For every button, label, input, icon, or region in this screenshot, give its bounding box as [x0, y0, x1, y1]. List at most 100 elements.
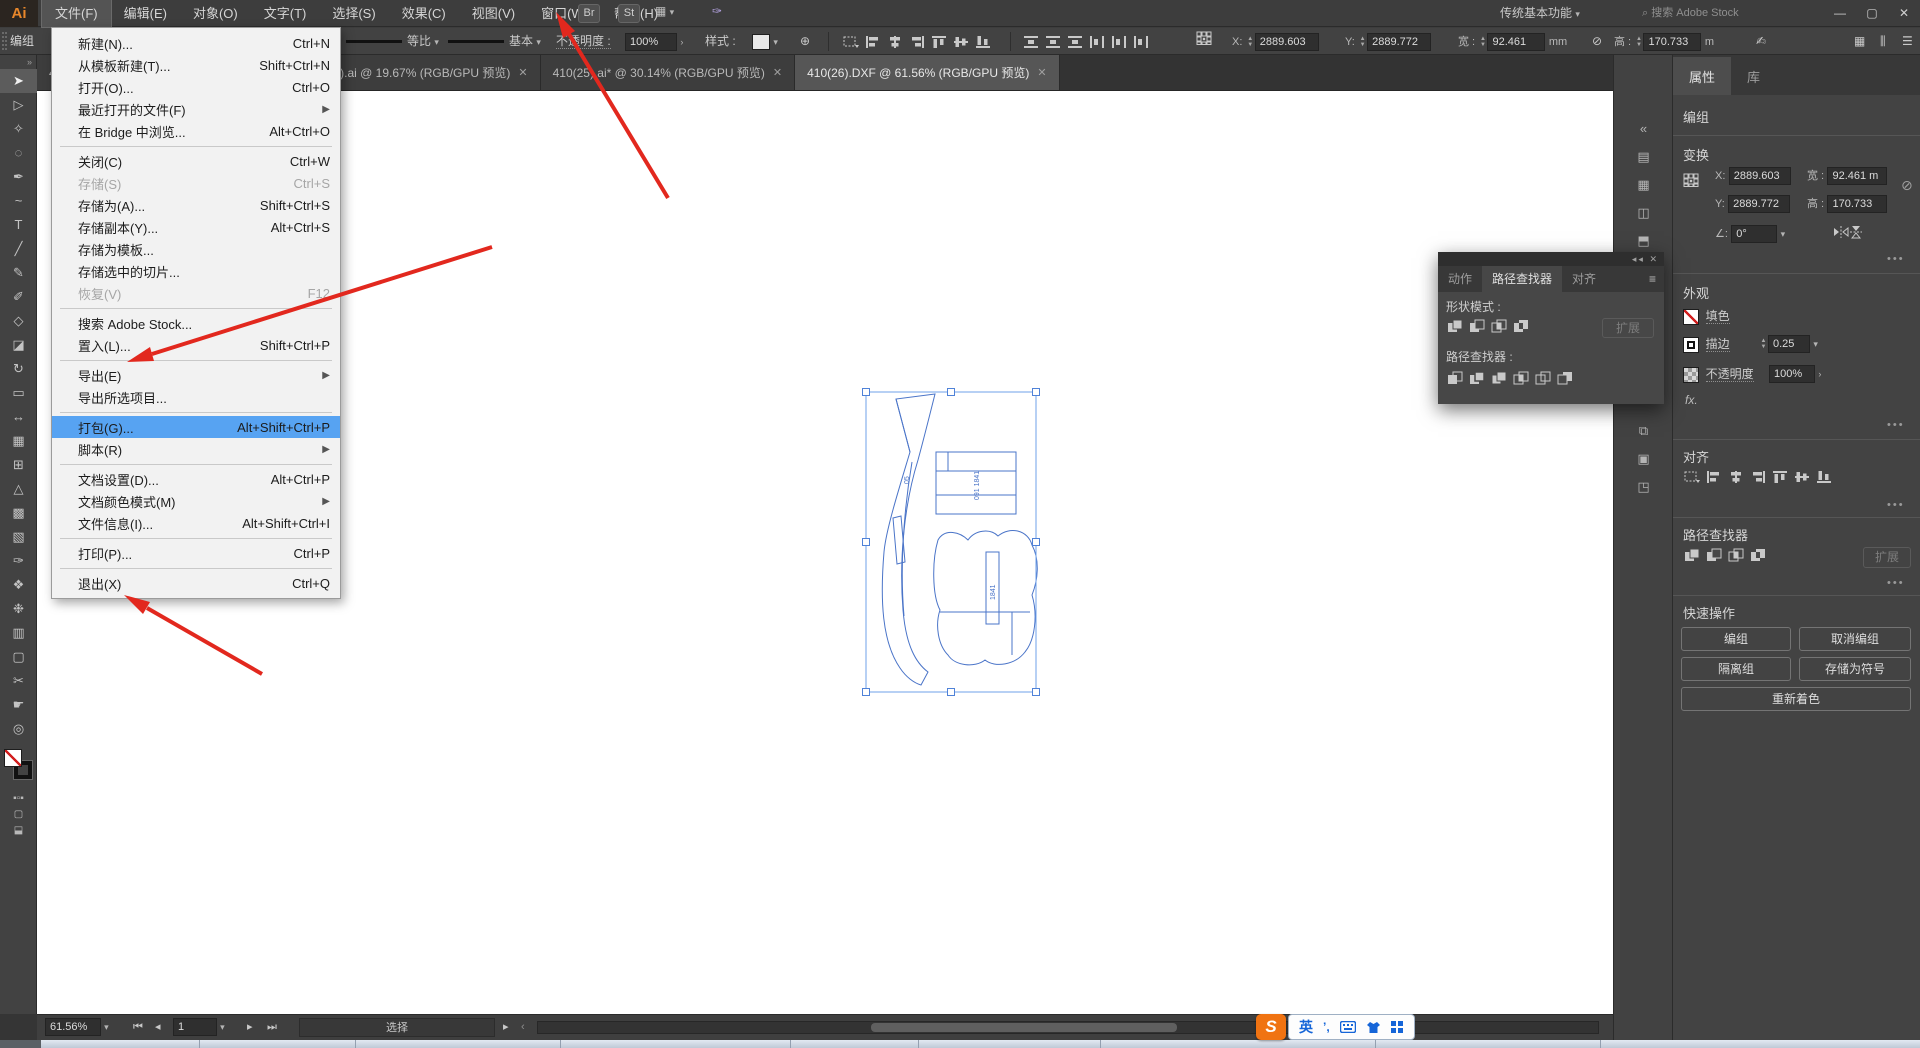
gradient-tool[interactable]: ▧: [0, 525, 37, 549]
minus-front-icon[interactable]: [1466, 318, 1488, 332]
file-menu-item[interactable]: 打开(O)...Ctrl+O: [52, 76, 340, 98]
file-menu-item[interactable]: 文档颜色模式(M)▶: [52, 490, 340, 512]
brush-definition-dropdown[interactable]: 基本 ▾: [448, 28, 541, 54]
panel-collapse-icon[interactable]: ◂◂: [1632, 254, 1645, 264]
toolbar-collapse-icon[interactable]: »: [0, 55, 36, 69]
file-menu-item[interactable]: 搜索 Adobe Stock...: [52, 312, 340, 334]
minus-back-icon[interactable]: [1554, 370, 1576, 384]
appearance-more-options[interactable]: •••: [1887, 417, 1920, 431]
x-field[interactable]: X: ▲▼2889.603: [1232, 28, 1319, 54]
document-tab[interactable]: 410(26).DXF @ 61.56% (RGB/GPU 预览)✕: [795, 55, 1059, 90]
align-center-h-icon[interactable]: [884, 34, 906, 48]
windows-taskbar-sliver[interactable]: [0, 1040, 1920, 1048]
distribute-center-h-icon[interactable]: [1108, 34, 1130, 48]
stock-search-input[interactable]: ⌕ 搜索 Adobe Stock: [1642, 4, 1802, 23]
menu-5[interactable]: 选择(S): [319, 0, 388, 27]
tab-close-icon[interactable]: ✕: [518, 66, 527, 79]
free-transform-tool[interactable]: ▦: [0, 429, 37, 453]
file-menu-item[interactable]: 导出(E)▶: [52, 364, 340, 386]
tab-close-icon[interactable]: ✕: [1037, 66, 1046, 79]
menu-6[interactable]: 效果(C): [389, 0, 459, 27]
file-menu-item[interactable]: 打印(P)...Ctrl+P: [52, 542, 340, 564]
artboards-panel-icon[interactable]: ▣: [1614, 451, 1673, 467]
distribute-right-icon[interactable]: [1130, 34, 1152, 48]
align-more-options[interactable]: •••: [1887, 497, 1920, 511]
brushes-panel-icon[interactable]: ◫: [1614, 205, 1673, 221]
stroke-swatch[interactable]: [1683, 337, 1699, 353]
symbol-sprayer-tool[interactable]: ❉: [0, 597, 37, 621]
merge-icon[interactable]: [1488, 370, 1510, 384]
fill-none-swatch[interactable]: [1683, 309, 1699, 325]
shape-builder-tool[interactable]: ⊞: [0, 453, 37, 477]
align-center-v-icon[interactable]: [1791, 469, 1813, 483]
horizontal-scrollbar[interactable]: [537, 1021, 1599, 1034]
divide-icon[interactable]: [1444, 370, 1466, 384]
file-menu-item[interactable]: 新建(N)...Ctrl+N: [52, 32, 340, 54]
workspace-switcher[interactable]: 传统基本功能 ▾: [1500, 4, 1630, 24]
touch-workspace-icon[interactable]: ✑: [712, 4, 722, 18]
menu-3[interactable]: 对象(O): [180, 0, 251, 27]
file-menu-item[interactable]: 文档设置(D)...Alt+Ctrl+P: [52, 468, 340, 490]
menu-4[interactable]: 文字(T): [251, 0, 320, 27]
zoom-tool[interactable]: ◎: [0, 717, 37, 741]
file-menu-item[interactable]: 最近打开的文件(F)▶: [52, 98, 340, 120]
file-menu-item[interactable]: 存储选中的切片...: [52, 260, 340, 282]
intersect-icon[interactable]: [1488, 318, 1510, 332]
align-bottom-icon[interactable]: [1813, 469, 1835, 483]
blend-tool[interactable]: ❖: [0, 573, 37, 597]
expand-button[interactable]: 扩展: [1863, 547, 1911, 568]
hand-tool[interactable]: ☛: [0, 693, 37, 717]
scale-tool[interactable]: ▭: [0, 381, 37, 405]
document-tab[interactable]: 410(25).ai* @ 30.14% (RGB/GPU 预览)✕: [541, 55, 795, 90]
panel-opacity-field[interactable]: 100% ›: [1769, 365, 1920, 383]
maximize-button[interactable]: ▢: [1856, 0, 1888, 27]
draw-mode-icon[interactable]: ▢: [0, 807, 37, 823]
exclude-icon[interactable]: [1747, 547, 1769, 561]
flip-icons[interactable]: [1833, 225, 1920, 242]
screen-mode-icon[interactable]: ⬓: [0, 823, 37, 839]
trim-icon[interactable]: [1466, 370, 1488, 384]
align-top-icon[interactable]: [1769, 469, 1791, 483]
style-swatch-dropdown[interactable]: ▾: [752, 28, 778, 54]
slice-tool[interactable]: ✂: [0, 669, 37, 693]
last-artboard-icon[interactable]: ⏭: [267, 1018, 277, 1037]
minimize-button[interactable]: —: [1824, 0, 1856, 27]
tab-align[interactable]: 对齐: [1562, 266, 1606, 292]
distribute-bottom-icon[interactable]: [1064, 34, 1086, 48]
file-menu-item[interactable]: 存储为模板...: [52, 238, 340, 260]
artboard-number-dropdown[interactable]: 1 ▾: [173, 1018, 225, 1037]
document-setup-icon[interactable]: ⊕: [800, 28, 810, 54]
align-bottom-icon[interactable]: [972, 34, 994, 48]
panel-more-icon[interactable]: ☰: [1902, 28, 1913, 54]
file-menu-item[interactable]: 导出所选项目...: [52, 386, 340, 408]
stroke-profile-dropdown[interactable]: 等比 ▾: [346, 28, 439, 54]
graph-tool[interactable]: ▥: [0, 621, 37, 645]
crop-icon[interactable]: [1510, 370, 1532, 384]
control-bar-grip[interactable]: [2, 32, 7, 50]
stock-button[interactable]: St: [618, 4, 640, 23]
width-tool[interactable]: ↔: [0, 405, 37, 429]
perspective-grid-tool[interactable]: △: [0, 477, 37, 501]
mesh-tool[interactable]: ▩: [0, 501, 37, 525]
minus-front-icon[interactable]: [1703, 547, 1725, 561]
magic-wand-tool[interactable]: ✧: [0, 117, 37, 141]
pencil-tool[interactable]: ✐: [0, 285, 37, 309]
file-menu-item[interactable]: 在 Bridge 中浏览...Alt+Ctrl+O: [52, 120, 340, 142]
align-center-v-icon[interactable]: [950, 34, 972, 48]
align-right-icon[interactable]: [906, 34, 928, 48]
align-center-h-icon[interactable]: [1725, 469, 1747, 483]
file-menu-item[interactable]: 脚本(R)▶: [52, 438, 340, 460]
align-top-icon[interactable]: [928, 34, 950, 48]
distribute-center-v-icon[interactable]: [1042, 34, 1064, 48]
shear-icon[interactable]: ✍: [1756, 28, 1766, 54]
height-field[interactable]: 高 : ▲▼170.733 m: [1614, 28, 1714, 54]
swatches-panel-icon[interactable]: ▦: [1614, 177, 1673, 193]
panel-close-icon[interactable]: ✕: [1649, 254, 1659, 264]
color-panel-icon[interactable]: ▤: [1614, 149, 1673, 165]
menu-2[interactable]: 编辑(E): [111, 0, 180, 27]
width-field[interactable]: 宽 : ▲▼92.461 mm: [1458, 28, 1567, 54]
collapse-panels-icon[interactable]: «: [1614, 121, 1673, 136]
ungroup-button[interactable]: 取消编组: [1799, 627, 1911, 651]
ime-punctuation-toggle[interactable]: ’,: [1323, 1020, 1330, 1034]
fill-row[interactable]: 填色: [1683, 307, 1920, 325]
